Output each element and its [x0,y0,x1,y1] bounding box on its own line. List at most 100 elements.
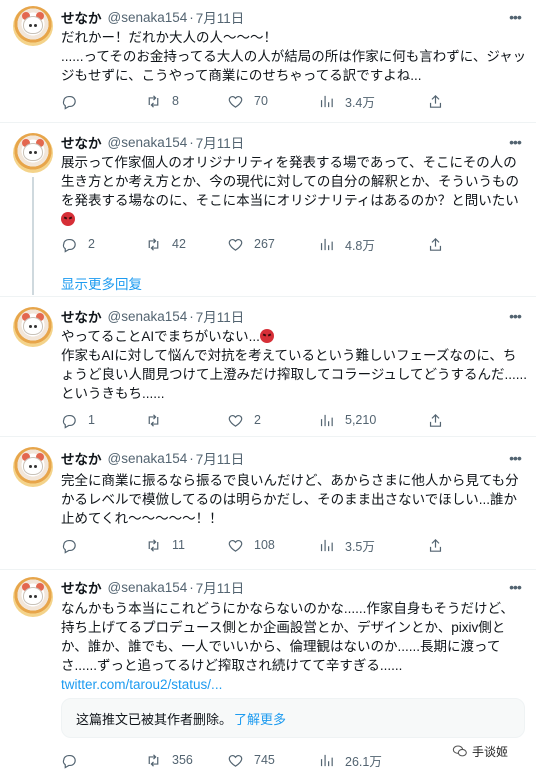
display-name[interactable]: せなか [61,132,102,152]
like-button[interactable]: 70 [227,91,268,111]
reply-button[interactable] [61,91,88,111]
view-count: 3.5万 [345,539,375,554]
tweet-actions: 1 2 5,210 [61,410,511,430]
display-name[interactable]: せなか [61,448,102,468]
tweet-text: 展示って作家個人のオリジナリティを発表する場であって、そこにその人の生き方とか考… [61,153,527,229]
separator-dot: · [189,9,194,25]
share-icon [429,413,442,427]
avatar[interactable] [13,307,53,347]
tweet-header: せなか @senaka154 · 7月11日 [61,7,245,27]
views-button[interactable]: 5,210 [318,410,376,430]
views-button[interactable]: 3.4万 [318,91,375,111]
like-button[interactable]: 2 [227,410,261,430]
like-count: 70 [254,94,268,108]
share-icon [429,237,442,251]
reply-button[interactable]: 2 [61,234,95,254]
heart-icon [228,414,243,427]
tweet-date[interactable]: 7月11日 [196,132,245,152]
tweet-text-body: 作家もAIに対して悩んで対抗を考えているという難しいフェーズなのに、ちょうど良い… [61,348,527,401]
heart-icon [228,95,243,108]
tweet[interactable]: せなか @senaka154 · 7月11日 ••• だれかー！だれか大人の人〜… [0,0,536,122]
retweet-icon [148,538,159,552]
user-handle[interactable]: @senaka154 [108,309,188,324]
retweet-button[interactable]: 11 [145,535,185,555]
tweet-date[interactable]: 7月11日 [196,448,245,468]
tweet-text: なんかもう本当にこれどうにかならないのかな......作家自身もそうだけど、持ち… [61,599,527,694]
tweet-actions: 8 70 3.4万 [61,91,511,111]
user-handle[interactable]: @senaka154 [108,451,188,466]
avatar[interactable] [13,133,53,173]
like-count: 108 [254,538,275,552]
avatar[interactable] [13,6,53,46]
reply-icon [62,754,76,769]
tweet-header: せなか @senaka154 · 7月11日 [61,306,245,326]
retweet-button[interactable]: 8 [145,91,179,111]
user-handle[interactable]: @senaka154 [108,580,188,595]
tweet[interactable]: せなか @senaka154 · 7月11日 ••• 完全に商業に振るなら振るで… [0,437,536,569]
like-count: 745 [254,753,275,767]
tweet-link[interactable]: twitter.com/tarou2/status/... [61,677,222,692]
like-button[interactable]: 108 [227,535,275,555]
like-count: 2 [254,413,261,427]
reply-button[interactable]: 1 [61,410,95,430]
avatar[interactable] [13,577,53,617]
share-button[interactable] [427,91,444,111]
retweet-icon [148,753,159,767]
retweet-count: 11 [172,538,185,552]
retweet-button[interactable] [145,410,172,430]
thread-line [32,177,34,295]
heart-icon [228,539,243,552]
tweet-header: せなか @senaka154 · 7月11日 [61,577,245,597]
tweet-text: 完全に商業に振るなら振るで良いんだけど、あからさまに他人から見ても分かるレベルで… [61,473,519,526]
tweet-text-line: やってることAIでまちがいない... [61,329,260,344]
heart-icon [228,754,243,767]
view-count: 3.4万 [345,95,375,110]
reply-button[interactable] [61,750,88,770]
tweet[interactable]: せなか @senaka154 · 7月11日 ••• 展示って作家個人のオリジナ… [0,123,536,295]
more-dots-icon[interactable]: ••• [506,307,524,325]
views-button[interactable]: 3.5万 [318,535,375,555]
retweet-icon [148,94,159,108]
reply-icon [62,414,76,429]
share-button[interactable] [427,234,444,254]
user-handle[interactable]: @senaka154 [108,10,188,25]
views-button[interactable]: 4.8万 [318,234,375,254]
wechat-icon [452,745,467,757]
like-button[interactable]: 745 [227,750,275,770]
like-button[interactable]: 267 [227,234,275,254]
views-icon [320,238,333,250]
retweet-count: 42 [172,237,186,251]
more-dots-icon[interactable]: ••• [506,133,524,151]
reply-icon [62,95,76,110]
tweet-text-body: なんかもう本当にこれどうにかならないのかな......作家自身もそうだけど、持ち… [61,601,514,673]
retweet-button[interactable]: 356 [145,750,193,770]
tweet-date[interactable]: 7月11日 [196,306,245,326]
display-name[interactable]: せなか [61,577,102,597]
show-more-replies-link[interactable]: 显示更多回复 [61,273,142,293]
reply-icon [62,238,76,253]
views-icon [320,414,333,426]
more-dots-icon[interactable]: ••• [506,449,524,467]
tweet-date[interactable]: 7月11日 [196,577,245,597]
user-handle[interactable]: @senaka154 [108,135,188,150]
view-count: 4.8万 [345,238,375,253]
reply-button[interactable] [61,535,88,555]
more-dots-icon[interactable]: ••• [506,8,524,26]
display-name[interactable]: せなか [61,7,102,27]
learn-more-link[interactable]: 了解更多 [234,709,286,728]
avatar[interactable] [13,447,53,487]
display-name[interactable]: せなか [61,306,102,326]
tweet-date[interactable]: 7月11日 [196,7,245,27]
angry-face-icon [259,329,274,343]
share-button[interactable] [427,535,444,555]
views-button[interactable]: 26.1万 [318,750,382,770]
tweet-header: せなか @senaka154 · 7月11日 [61,132,245,152]
tweet-actions: 2 42 267 4.8万 [61,234,511,254]
retweet-button[interactable]: 42 [145,234,186,254]
tweet-actions: 11 108 3.5万 [61,535,511,555]
more-dots-icon[interactable]: ••• [506,578,524,596]
tweet[interactable]: せなか @senaka154 · 7月11日 ••• やってることAIでまちがい… [0,297,536,436]
share-button[interactable] [427,410,444,430]
views-icon [320,754,333,766]
retweet-icon [148,237,159,251]
